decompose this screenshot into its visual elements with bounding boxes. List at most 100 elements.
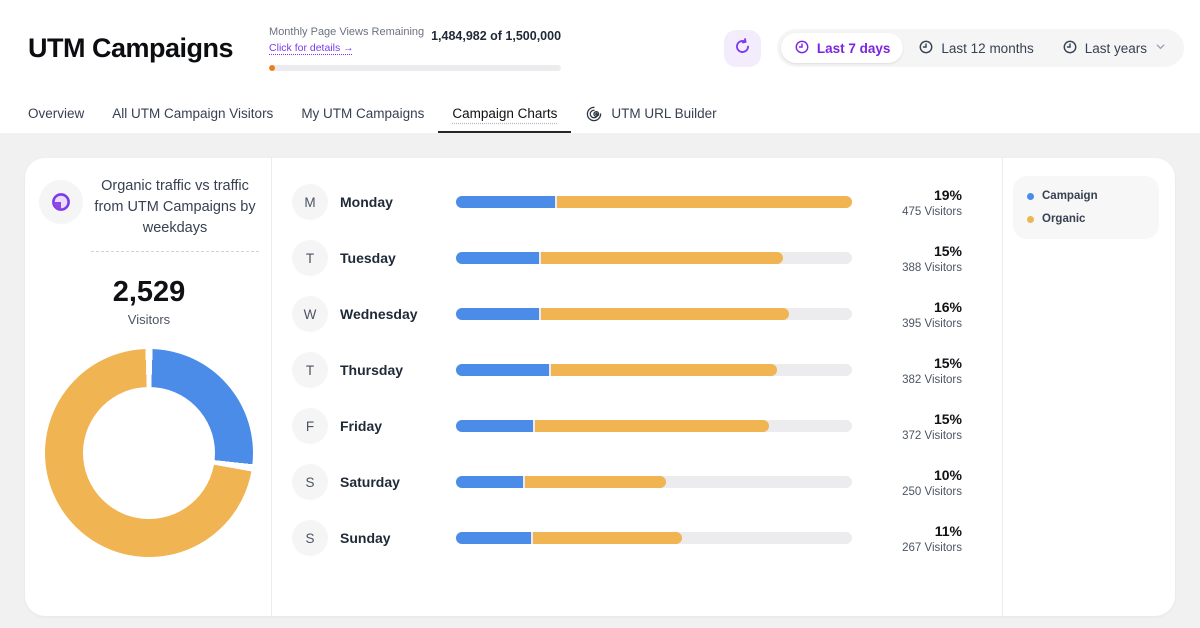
usage-details-link[interactable]: Click for details →: [269, 42, 354, 54]
usage-widget: Monthly Page Views Remaining Click for d…: [269, 26, 561, 71]
tab-utm-url-builder[interactable]: UTM URL Builder: [571, 96, 730, 133]
utm-url-builder-icon: [585, 105, 603, 123]
weekday-bars-column: M Monday 19% 475 Visitors T Tuesday 15% …: [272, 158, 1003, 616]
visitors-value: 372 Visitors: [866, 430, 962, 442]
organic-bar-segment[interactable]: [557, 196, 853, 208]
visitors-value: 267 Visitors: [866, 542, 962, 554]
weekday-row: S Sunday 11% 267 Visitors: [292, 510, 962, 566]
tab-bar: Overview All UTM Campaign Visitors My UT…: [0, 96, 1200, 133]
row-stats: 15% 372 Visitors: [866, 411, 962, 442]
row-stats: 16% 395 Visitors: [866, 299, 962, 330]
day-avatar: W: [292, 296, 328, 332]
usage-progressbar: [269, 65, 561, 71]
bar-track: [456, 420, 852, 432]
day-label: Wednesday: [340, 306, 456, 322]
filter-last-7-days[interactable]: Last 7 days: [781, 33, 904, 63]
organic-bar-segment[interactable]: [535, 420, 769, 432]
tab-campaign-charts[interactable]: Campaign Charts: [438, 96, 571, 133]
day-initial: W: [304, 307, 317, 322]
day-initial: T: [306, 363, 314, 378]
filter-last-12-months[interactable]: Last 12 months: [905, 33, 1046, 63]
percent-value: 15%: [866, 243, 962, 259]
campaign-bar-segment[interactable]: [456, 532, 531, 544]
clock-icon: [918, 39, 934, 58]
refresh-icon: [733, 37, 752, 59]
clock-icon: [1062, 39, 1078, 58]
refresh-button[interactable]: [724, 30, 761, 67]
percent-value: 15%: [866, 411, 962, 427]
weekday-row: W Wednesday 16% 395 Visitors: [292, 286, 962, 342]
day-label: Sunday: [340, 530, 456, 546]
campaign-bar-segment[interactable]: [456, 476, 523, 488]
bar-track: [456, 252, 852, 264]
organic-bar-segment[interactable]: [541, 308, 789, 320]
campaign-bar-segment[interactable]: [456, 364, 549, 376]
row-stats: 11% 267 Visitors: [866, 523, 962, 554]
day-avatar: F: [292, 408, 328, 444]
row-stats: 15% 388 Visitors: [866, 243, 962, 274]
bar-track: [456, 476, 852, 488]
day-initial: M: [304, 195, 315, 210]
visitors-value: 388 Visitors: [866, 262, 962, 274]
bar-track: [456, 364, 852, 376]
organic-bar-segment[interactable]: [525, 476, 666, 488]
tab-my-utm-campaigns[interactable]: My UTM Campaigns: [287, 96, 438, 133]
bar-track: [456, 308, 852, 320]
legend-item-organic[interactable]: Organic: [1027, 213, 1145, 225]
weekday-row: M Monday 19% 475 Visitors: [292, 174, 962, 230]
weekday-row: F Friday 15% 372 Visitors: [292, 398, 962, 454]
weekday-row: T Tuesday 15% 388 Visitors: [292, 230, 962, 286]
campaign-dot-icon: [1027, 193, 1034, 200]
usage-value: 1,484,982 of 1,500,000: [431, 29, 561, 43]
day-label: Tuesday: [340, 250, 456, 266]
chevron-down-icon: [1154, 40, 1167, 56]
day-initial: S: [305, 475, 314, 490]
day-avatar: S: [292, 464, 328, 500]
visitors-value: 382 Visitors: [866, 374, 962, 386]
percent-value: 16%: [866, 299, 962, 315]
chart-type-badge: [39, 180, 83, 224]
main-content: Organic traffic vs traffic from UTM Camp…: [0, 133, 1200, 628]
usage-label: Monthly Page Views Remaining: [269, 26, 431, 38]
bar-rows: M Monday 19% 475 Visitors T Tuesday 15% …: [292, 174, 962, 566]
day-avatar: T: [292, 352, 328, 388]
legend-item-campaign[interactable]: Campaign: [1027, 190, 1145, 202]
organic-bar-segment[interactable]: [541, 252, 783, 264]
clock-icon: [794, 39, 810, 58]
date-range-filter: Last 7 days Last 12 months Last years: [777, 29, 1184, 67]
total-visitors-value: 2,529: [39, 276, 259, 309]
day-avatar: S: [292, 520, 328, 556]
organic-bar-segment[interactable]: [533, 532, 682, 544]
day-label: Monday: [340, 194, 456, 210]
donut-chart: [45, 349, 253, 557]
row-stats: 19% 475 Visitors: [866, 187, 962, 218]
campaign-bar-segment[interactable]: [456, 196, 555, 208]
legend-column: Campaign Organic: [1003, 158, 1175, 616]
donut-summary-column: Organic traffic vs traffic from UTM Camp…: [25, 158, 272, 616]
percent-value: 11%: [866, 523, 962, 539]
percent-value: 10%: [866, 467, 962, 483]
campaign-chart-card: Organic traffic vs traffic from UTM Camp…: [25, 158, 1175, 616]
day-initial: S: [305, 531, 314, 546]
campaign-bar-segment[interactable]: [456, 252, 539, 264]
day-avatar: M: [292, 184, 328, 220]
day-initial: F: [306, 419, 314, 434]
visitors-value: 395 Visitors: [866, 318, 962, 330]
organic-bar-segment[interactable]: [551, 364, 777, 376]
campaign-bar-segment[interactable]: [456, 308, 539, 320]
weekday-row: S Saturday 10% 250 Visitors: [292, 454, 962, 510]
filter-last-years[interactable]: Last years: [1049, 33, 1180, 63]
campaign-bar-segment[interactable]: [456, 420, 533, 432]
tab-all-utm-campaign-visitors[interactable]: All UTM Campaign Visitors: [98, 96, 287, 133]
day-label: Saturday: [340, 474, 456, 490]
day-avatar: T: [292, 240, 328, 276]
bar-track: [456, 532, 852, 544]
chart-title: Organic traffic vs traffic from UTM Camp…: [91, 176, 259, 252]
visitors-value: 250 Visitors: [866, 486, 962, 498]
weekday-row: T Thursday 15% 382 Visitors: [292, 342, 962, 398]
donut-hole: [83, 387, 215, 519]
tab-overview[interactable]: Overview: [28, 96, 98, 133]
day-label: Thursday: [340, 362, 456, 378]
chart-legend: Campaign Organic: [1013, 176, 1159, 239]
organic-dot-icon: [1027, 216, 1034, 223]
